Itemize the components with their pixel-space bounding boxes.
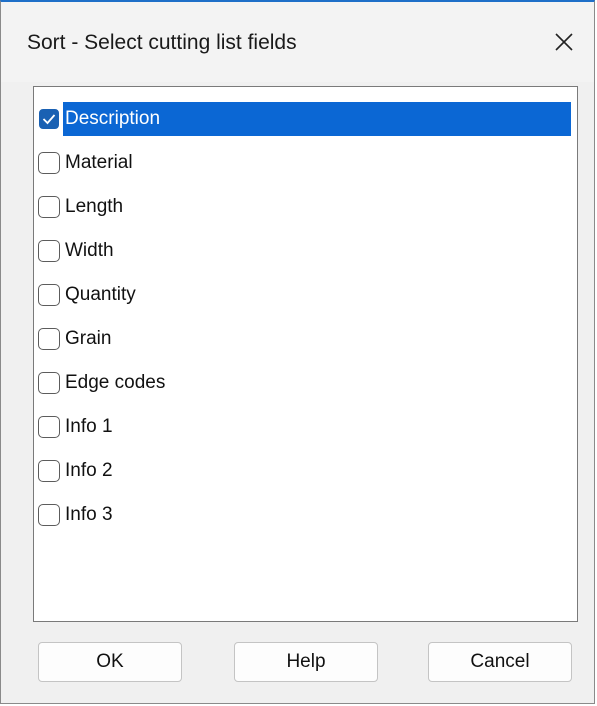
field-checkbox[interactable]	[38, 460, 60, 482]
help-button[interactable]: Help	[234, 642, 378, 682]
close-icon	[555, 33, 573, 51]
field-item-info-1[interactable]: Info 1	[38, 409, 115, 445]
field-checkbox[interactable]	[38, 416, 60, 438]
field-label: Width	[65, 240, 114, 261]
field-label: Quantity	[65, 284, 136, 305]
field-checkbox-checked[interactable]	[38, 108, 60, 130]
title-bar: Sort - Select cutting list fields	[1, 2, 594, 82]
field-label: Info 2	[65, 460, 113, 481]
field-checkbox[interactable]	[38, 504, 60, 526]
fields-listbox[interactable]: Description Material Length Width Quanti…	[33, 86, 578, 622]
field-item-info-3[interactable]: Info 3	[38, 497, 115, 533]
close-button[interactable]	[544, 22, 584, 62]
field-checkbox[interactable]	[38, 284, 60, 306]
field-checkbox[interactable]	[38, 240, 60, 262]
field-label: Info 3	[65, 504, 113, 525]
field-checkbox[interactable]	[38, 152, 60, 174]
checkmark-icon	[42, 114, 56, 125]
cancel-button[interactable]: Cancel	[428, 642, 572, 682]
field-checkbox[interactable]	[38, 196, 60, 218]
sort-dialog: Sort - Select cutting list fields Descri…	[0, 0, 595, 704]
dialog-title: Sort - Select cutting list fields	[27, 31, 297, 54]
field-item-grain[interactable]: Grain	[38, 321, 113, 357]
field-checkbox[interactable]	[38, 328, 60, 350]
field-item-edge-codes[interactable]: Edge codes	[38, 365, 167, 401]
field-label: Material	[65, 152, 133, 173]
field-label: Edge codes	[65, 372, 166, 393]
field-label: Info 1	[65, 416, 113, 437]
field-label: Description	[63, 102, 571, 136]
ok-button[interactable]: OK	[38, 642, 182, 682]
field-item-quantity[interactable]: Quantity	[38, 277, 138, 313]
field-item-description[interactable]: Description	[38, 101, 571, 137]
field-item-info-2[interactable]: Info 2	[38, 453, 115, 489]
field-label: Grain	[65, 328, 112, 349]
field-checkbox[interactable]	[38, 372, 60, 394]
field-item-material[interactable]: Material	[38, 145, 135, 181]
field-item-width[interactable]: Width	[38, 233, 116, 269]
field-label: Length	[65, 196, 124, 217]
field-item-length[interactable]: Length	[38, 189, 125, 225]
